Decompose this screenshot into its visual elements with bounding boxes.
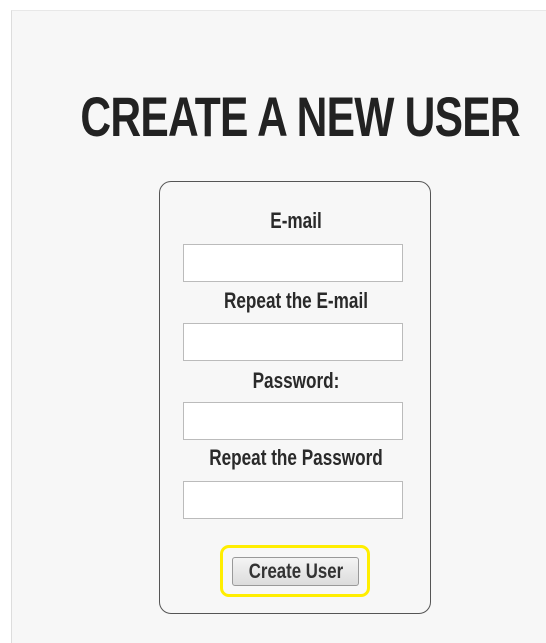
repeat-email-field[interactable] <box>183 323 403 361</box>
content-panel: CREATE A NEW USER E-mail Repeat the E-ma… <box>11 10 546 643</box>
email-field[interactable] <box>183 244 403 282</box>
password-label: Password: <box>252 368 340 393</box>
password-field[interactable] <box>183 402 403 440</box>
create-user-button-label: Create User <box>248 559 343 583</box>
email-label: E-mail <box>270 208 322 233</box>
create-user-button[interactable]: Create User <box>232 557 359 586</box>
submit-highlight-outline: Create User <box>220 545 370 597</box>
repeat-password-field[interactable] <box>183 481 403 519</box>
repeat-email-label: Repeat the E-mail <box>223 288 368 313</box>
create-user-form: E-mail Repeat the E-mail Password: Repea… <box>159 181 431 614</box>
repeat-password-label: Repeat the Password <box>209 445 383 470</box>
page-title: CREATE A NEW USER <box>80 85 520 148</box>
page: CREATE A NEW USER E-mail Repeat the E-ma… <box>0 0 546 643</box>
